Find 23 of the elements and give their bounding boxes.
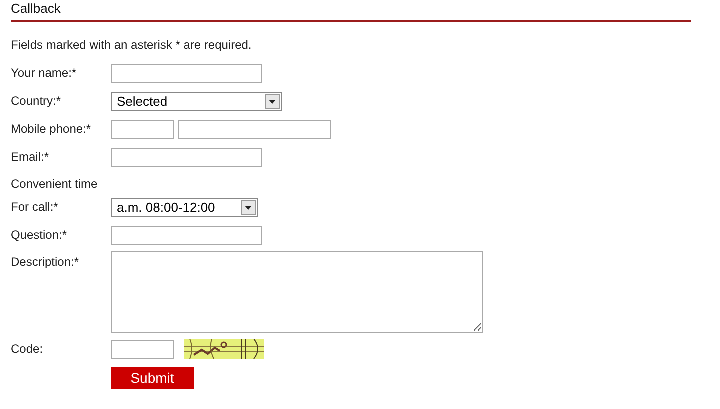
input-field[interactable] <box>111 148 262 166</box>
field-label: Description:* <box>11 254 80 269</box>
caret-icon <box>241 200 256 214</box>
input-field[interactable] <box>111 226 262 244</box>
field-label: For call:* <box>11 200 60 214</box>
input-field[interactable] <box>111 120 174 138</box>
field-label: Your name:* <box>11 66 78 80</box>
dropdown[interactable]: Selected <box>111 92 282 110</box>
input-field[interactable] <box>111 64 262 82</box>
section-title: Callback <box>11 1 61 16</box>
caret-icon <box>265 94 280 108</box>
field-label: Email:* <box>11 150 50 164</box>
dropdown[interactable]: a.m. 08:00-12:00 <box>111 198 258 216</box>
field-label: Country:* <box>11 94 62 108</box>
field-label: Question:* <box>11 228 68 242</box>
input-field[interactable] <box>111 340 174 358</box>
text-area[interactable] <box>111 251 483 333</box>
field-label: Mobile phone:* <box>11 122 92 136</box>
field-label: Code: <box>11 342 44 356</box>
submit-button[interactable]: Submit <box>111 367 194 389</box>
input-field[interactable] <box>178 120 331 138</box>
group-heading: Convenient time <box>11 177 99 193</box>
required-note: Fields marked with an asterisk * are required. <box>11 38 253 52</box>
